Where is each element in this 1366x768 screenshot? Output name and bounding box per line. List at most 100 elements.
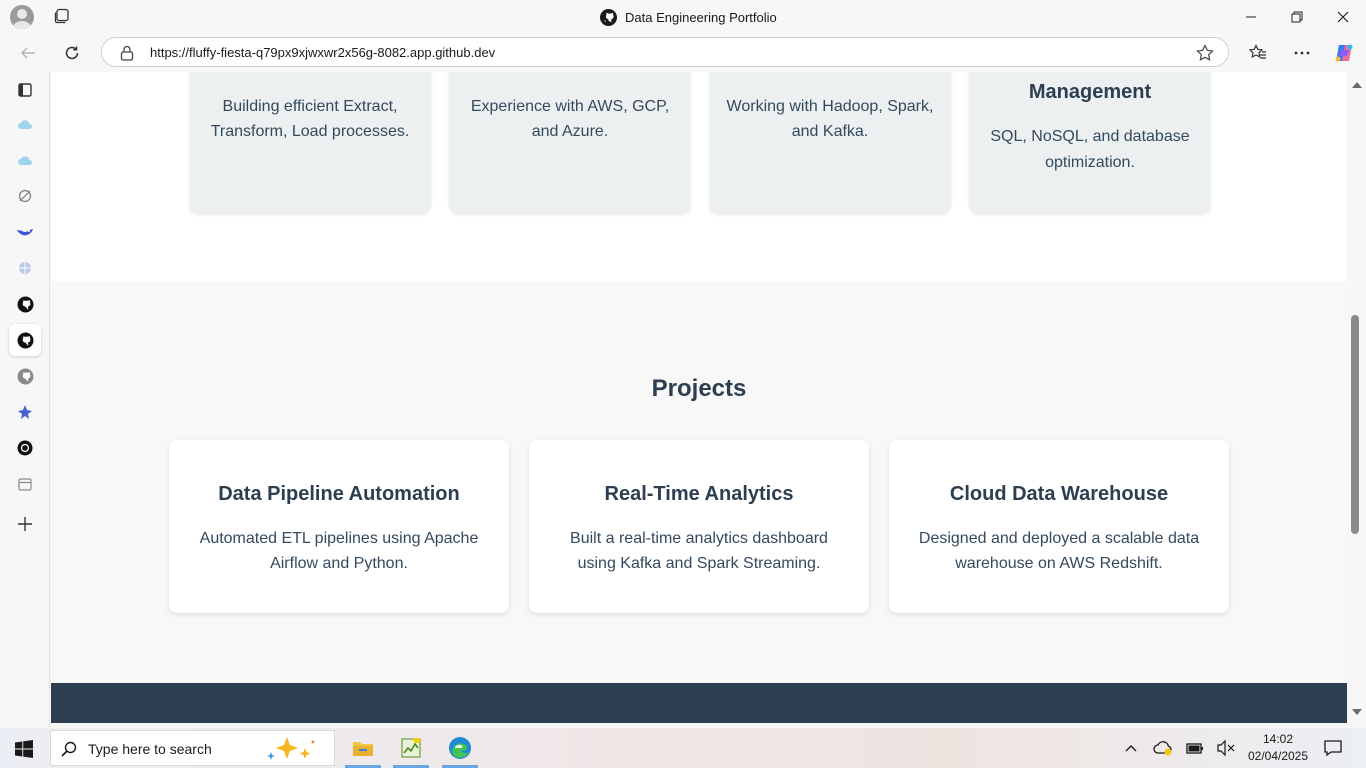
taskbar-task-manager[interactable]	[389, 728, 433, 768]
page-footer	[51, 683, 1347, 723]
cloud-warning-icon	[1153, 741, 1172, 756]
onedrive-tray[interactable]	[1151, 728, 1175, 768]
speaker-muted-icon	[1217, 740, 1235, 756]
battery-tray[interactable]	[1183, 728, 1207, 768]
edge-browser-icon	[449, 737, 471, 759]
back-button[interactable]	[14, 39, 42, 67]
scrollbar-thumb[interactable]	[1351, 315, 1359, 535]
github-icon	[600, 8, 617, 26]
show-hidden-icons-button[interactable]	[1120, 728, 1142, 768]
sidebar-tab-6[interactable]	[9, 396, 41, 428]
project-title: Data Pipeline Automation	[218, 483, 460, 505]
sidebar-tab-8[interactable]	[9, 468, 41, 500]
minimize-button[interactable]	[1228, 0, 1274, 33]
sidebar-tab-1[interactable]	[9, 108, 41, 140]
more-dots-icon	[1294, 51, 1310, 55]
projects-heading: Projects	[651, 375, 747, 402]
sidebar-tab-github-2[interactable]	[9, 360, 41, 392]
favorites-list-icon	[1249, 44, 1266, 59]
globe-app-icon	[19, 262, 31, 274]
restore-button[interactable]	[1274, 0, 1320, 33]
project-description: Automated ETL pipelines using Apache Air…	[199, 530, 479, 572]
sparkle-icon	[267, 737, 315, 760]
sidebar-tab-3[interactable]	[9, 180, 41, 212]
sidebar-tab-5[interactable]	[9, 252, 41, 284]
battery-plug-icon	[1186, 743, 1203, 754]
close-icon	[1337, 11, 1349, 22]
cloud-icon	[18, 120, 32, 129]
page-viewport: Building efficient Extract, Transform, L…	[51, 72, 1347, 723]
taskbar-file-explorer[interactable]	[341, 728, 385, 768]
bird-logo-icon	[17, 229, 33, 236]
vertical-scrollbar[interactable]	[1347, 72, 1366, 723]
browser-sidebar	[0, 72, 50, 728]
tab-actions-icon[interactable]	[54, 8, 70, 24]
skill-card: Working with Hadoop, Spark, and Kafka.	[710, 72, 950, 212]
star-logo-icon	[18, 405, 32, 419]
skill-card: Experience with AWS, GCP, and Azure.	[450, 72, 690, 212]
sidebar-tab-7[interactable]	[9, 432, 41, 464]
address-bar[interactable]: https://fluffy-fiesta-q79px9xjwxwr2x56g-…	[101, 37, 1229, 67]
scroll-up-arrow-icon[interactable]	[1352, 82, 1362, 88]
sidebar-add-button[interactable]	[9, 508, 41, 540]
chart-app-icon	[401, 738, 421, 758]
profile-avatar[interactable]	[10, 5, 34, 29]
project-card: Cloud Data Warehouse Designed and deploy…	[889, 440, 1229, 613]
folder-icon	[353, 742, 373, 756]
skill-card: Building efficient Extract, Transform, L…	[190, 72, 430, 212]
back-arrow-icon	[20, 47, 35, 59]
project-description: Built a real-time analytics dashboard us…	[570, 530, 828, 572]
sidebar-tab-github-active[interactable]	[9, 324, 41, 356]
project-card: Real-Time Analytics Built a real-time an…	[529, 440, 869, 613]
taskbar-search-box[interactable]: Type here to search	[50, 730, 335, 766]
chevron-up-icon	[1125, 745, 1137, 752]
skill-description: Building efficient Extract, Transform, L…	[210, 98, 410, 140]
openai-icon	[17, 440, 33, 456]
taskbar-search-placeholder: Type here to search	[88, 741, 212, 757]
settings-more-button[interactable]	[1288, 39, 1316, 67]
copilot-icon	[1335, 44, 1353, 62]
taskbar-edge[interactable]	[438, 728, 482, 768]
sidebar-tab-github-1[interactable]	[9, 288, 41, 320]
restore-icon	[1291, 11, 1303, 22]
skill-card: Management SQL, NoSQL, and database opti…	[970, 72, 1210, 212]
skills-section: Building efficient Extract, Transform, L…	[51, 72, 1347, 281]
skill-description: SQL, NoSQL, and database optimization.	[990, 128, 1190, 171]
favorite-star-icon[interactable]	[1196, 44, 1214, 62]
clock-date: 02/04/2025	[1247, 749, 1309, 763]
skill-title: Management	[1028, 81, 1152, 103]
github-icon	[17, 332, 33, 348]
windows-start-icon[interactable]	[15, 740, 33, 758]
favorites-button[interactable]	[1244, 39, 1272, 67]
title-bar: Data Engineering Portfolio	[0, 0, 1366, 33]
project-title: Real-Time Analytics	[604, 483, 794, 505]
project-card: Data Pipeline Automation Automated ETL p…	[169, 440, 509, 613]
skill-description: Experience with AWS, GCP, and Azure.	[470, 98, 670, 140]
url-text[interactable]: https://fluffy-fiesta-q79px9xjwxwr2x56g-…	[150, 45, 495, 60]
lock-icon[interactable]	[120, 45, 134, 61]
taskbar: Type here to search 14:02 02/04/2025	[0, 728, 1366, 768]
refresh-icon	[65, 46, 79, 60]
github-icon	[17, 296, 33, 312]
project-description: Designed and deployed a scalable data wa…	[918, 530, 1200, 572]
github-icon	[17, 368, 33, 384]
search-icon	[61, 741, 77, 757]
sidebar-panel-toggle[interactable]	[9, 74, 41, 106]
scroll-down-arrow-icon[interactable]	[1352, 709, 1362, 715]
sidebar-tab-2[interactable]	[9, 144, 41, 176]
taskbar-clock[interactable]: 14:02 02/04/2025	[1246, 731, 1310, 765]
panel-icon	[18, 83, 32, 97]
close-button[interactable]	[1320, 0, 1366, 33]
copilot-button[interactable]	[1330, 39, 1358, 67]
volume-tray[interactable]	[1214, 728, 1238, 768]
project-title: Cloud Data Warehouse	[949, 483, 1169, 505]
skill-description: Working with Hadoop, Spark, and Kafka.	[726, 98, 934, 140]
notification-icon	[1324, 740, 1342, 757]
refresh-button[interactable]	[58, 39, 86, 67]
clock-time: 14:02	[1262, 732, 1294, 746]
cloud-icon	[18, 156, 32, 165]
notifications-button[interactable]	[1320, 728, 1346, 768]
plus-icon	[18, 517, 32, 531]
sidebar-tab-4[interactable]	[9, 216, 41, 248]
address-bar-row: https://fluffy-fiesta-q79px9xjwxwr2x56g-…	[0, 33, 1366, 72]
